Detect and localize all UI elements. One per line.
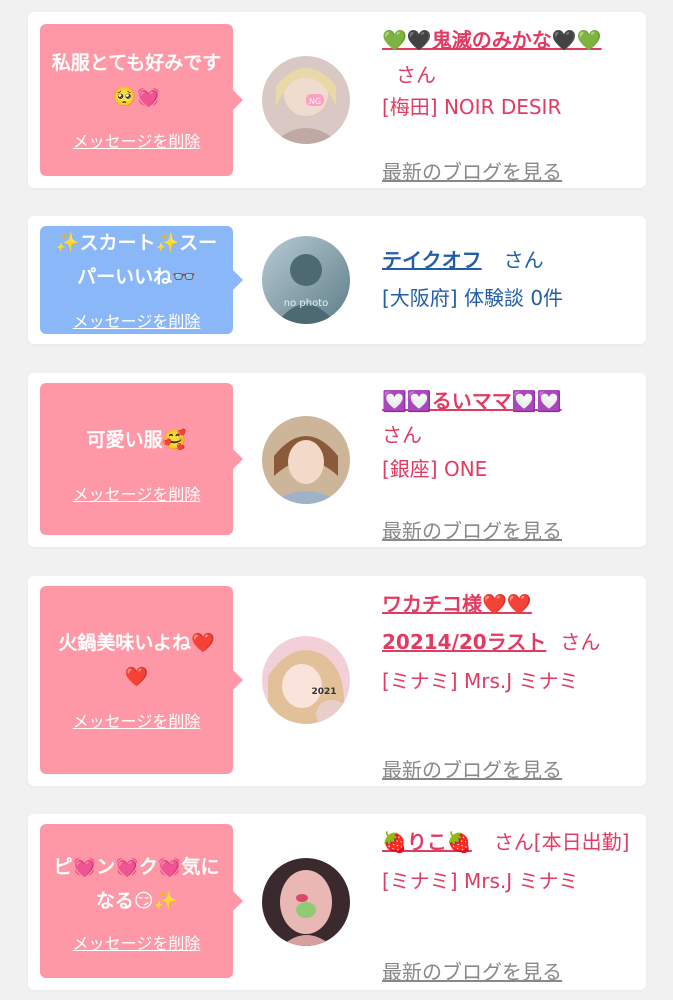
message-text: 火鍋美味いよね❤️❤️ — [58, 632, 215, 688]
delete-message-link[interactable]: メッセージを削除 — [40, 128, 233, 152]
message-card: 可愛い服🥰 メッセージを削除 💟💟るいママ💟💟 さん [銀座] ONE 最新のブ… — [28, 373, 646, 547]
message-card: 火鍋美味いよね❤️❤️ メッセージを削除 2021 ワカチコ様❤️❤️20214… — [28, 576, 646, 786]
message-card: ✨スカート✨スーパーいいね👓 メッセージを削除 no photo テイクオフ さん… — [28, 216, 646, 344]
shop-name: [銀座] ONE — [382, 457, 488, 481]
no-photo-text: no photo — [284, 298, 328, 309]
avatar[interactable]: NG — [262, 56, 350, 144]
avatar-year-text: 2021 — [311, 687, 336, 697]
delete-message-link[interactable]: メッセージを削除 — [40, 308, 233, 332]
honorific: さん — [560, 630, 601, 654]
avatar[interactable] — [262, 858, 350, 946]
message-card: 私服とても好みです🥺💓 メッセージを削除 NG 💚🖤鬼滅のみかな🖤💚 さん [梅田… — [28, 12, 646, 188]
message-bubble: 火鍋美味いよね❤️❤️ メッセージを削除 — [40, 586, 243, 774]
message-bubble: 可愛い服🥰 メッセージを削除 — [40, 383, 243, 535]
user-name-link[interactable]: 💟💟るいママ💟💟 — [382, 383, 562, 420]
latest-blog-link[interactable]: 最新のブログを見る — [382, 156, 562, 185]
avatar[interactable] — [262, 416, 350, 504]
delete-message-link[interactable]: メッセージを削除 — [40, 481, 233, 505]
avatar[interactable]: 2021 — [262, 636, 350, 724]
user-info: ワカチコ様❤️❤️20214/20ラスト さん [ミナミ] Mrs.J ミナミ 最… — [382, 586, 632, 782]
latest-blog-link[interactable]: 最新のブログを見る — [382, 515, 562, 544]
avatar[interactable]: no photo — [262, 236, 350, 324]
message-text: 可愛い服🥰 — [86, 429, 187, 451]
latest-blog-link[interactable]: 最新のブログを見る — [382, 956, 562, 985]
message-card: ピ💓ン💓ク💓気になる😏✨ メッセージを削除 🍓りこ🍓 さん[本日出勤] [ミナミ]… — [28, 814, 646, 990]
message-bubble: ✨スカート✨スーパーいいね👓 メッセージを削除 — [40, 226, 243, 334]
shop-name: [ミナミ] Mrs.J ミナミ — [382, 869, 579, 893]
latest-blog-link[interactable]: 最新のブログを見る — [382, 754, 562, 783]
shop-name: [梅田] NOIR DESIR — [382, 95, 562, 119]
honorific: さん — [503, 248, 544, 272]
delete-message-link[interactable]: メッセージを削除 — [40, 708, 233, 732]
user-info: テイクオフ さん [大阪府] 体験談 0件 — [382, 242, 632, 317]
message-bubble: 私服とても好みです🥺💓 メッセージを削除 — [40, 24, 243, 176]
shop-name: [ミナミ] Mrs.J ミナミ — [382, 669, 579, 693]
shop-name: [大阪府] 体験談 0件 — [382, 286, 564, 310]
message-text: ピ💓ン💓ク💓気になる😏✨ — [53, 856, 220, 912]
user-info: 🍓りこ🍓 さん[本日出勤] [ミナミ] Mrs.J ミナミ 最新のブログを見る — [382, 824, 632, 984]
honorific: さん[本日出勤] — [493, 830, 630, 854]
delete-message-link[interactable]: メッセージを削除 — [40, 930, 233, 954]
user-name-link[interactable]: 🍓りこ🍓 — [382, 830, 472, 854]
user-name-link[interactable]: テイクオフ — [382, 248, 482, 272]
user-name-link[interactable]: 💚🖤鬼滅のみかな🖤💚 — [382, 28, 602, 52]
message-text: 私服とても好みです🥺💓 — [51, 52, 222, 108]
message-text: ✨スカート✨スーパーいいね👓 — [55, 232, 218, 288]
user-name-link[interactable]: ワカチコ様❤️❤️20214/20ラスト — [382, 592, 546, 654]
user-info: 💟💟るいママ💟💟 さん [銀座] ONE 最新のブログを見る — [382, 383, 632, 543]
avatar-stamp-text: NG — [309, 97, 321, 106]
user-info: 💚🖤鬼滅のみかな🖤💚 さん [梅田] NOIR DESIR 最新のブログを見る — [382, 22, 632, 184]
message-bubble: ピ💓ン💓ク💓気になる😏✨ メッセージを削除 — [40, 824, 243, 978]
honorific: さん — [396, 63, 436, 87]
honorific: さん — [382, 423, 422, 447]
